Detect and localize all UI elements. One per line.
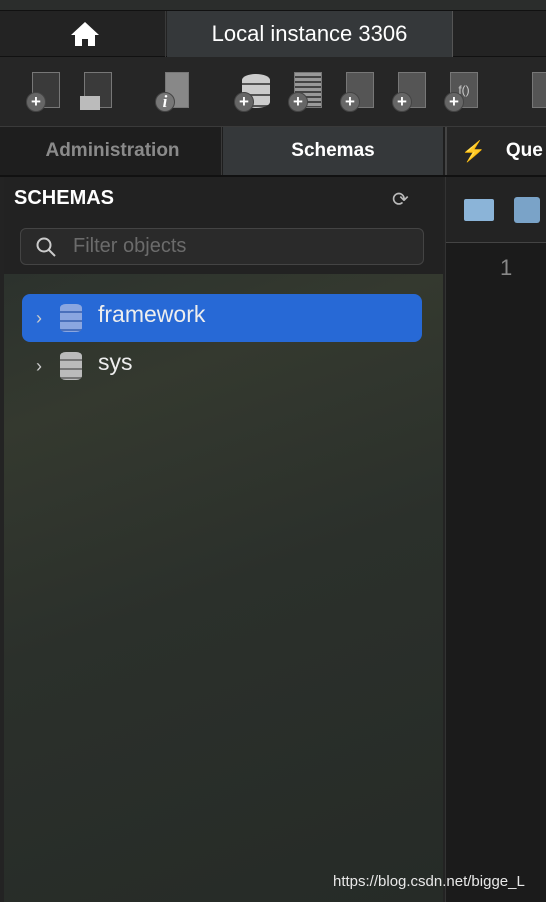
tab-local-instance[interactable]: Local instance 3306 bbox=[167, 11, 453, 57]
create-table-button[interactable]: + bbox=[288, 72, 324, 112]
lightning-icon: ⚡ bbox=[461, 140, 486, 163]
sidebar-tabs: Administration Schemas ⚡ Que bbox=[0, 127, 546, 177]
open-sql-script-button[interactable] bbox=[78, 72, 114, 112]
refresh-icon[interactable]: ⟳ bbox=[392, 187, 409, 212]
watermark: https://blog.csdn.net/bigge_L bbox=[333, 873, 525, 890]
info-icon: i bbox=[155, 92, 175, 112]
schemas-title: SCHEMAS bbox=[14, 187, 115, 209]
search-icon bbox=[36, 237, 56, 257]
filter-placeholder: Filter objects bbox=[73, 235, 187, 257]
plus-icon: + bbox=[340, 92, 360, 112]
line-number: 1 bbox=[500, 255, 513, 280]
plus-icon: + bbox=[26, 92, 46, 112]
toolbar: + i + + + + f() + bbox=[0, 57, 546, 127]
window-top-strip bbox=[0, 0, 546, 11]
tab-schemas[interactable]: Schemas bbox=[223, 127, 443, 175]
create-schema-button[interactable]: + bbox=[234, 72, 270, 112]
plus-icon: + bbox=[234, 92, 254, 112]
schema-tree: › framework › sys bbox=[4, 274, 443, 902]
table-icon bbox=[532, 72, 546, 108]
schema-inspector-button[interactable]: i bbox=[155, 72, 191, 112]
tab-label: Que bbox=[505, 140, 543, 161]
open-folder-icon[interactable] bbox=[464, 199, 494, 221]
chevron-right-icon[interactable]: › bbox=[26, 356, 52, 377]
query-editor[interactable]: 1 bbox=[445, 177, 546, 902]
folder-icon bbox=[80, 96, 100, 110]
new-sql-tab-button[interactable]: + bbox=[26, 72, 62, 112]
tab-label: Local instance 3306 bbox=[211, 21, 408, 46]
create-procedure-button[interactable]: + bbox=[392, 72, 428, 112]
home-tab[interactable] bbox=[4, 11, 166, 57]
connection-tab-bar: Local instance 3306 bbox=[0, 11, 546, 57]
editor-toolbar bbox=[446, 177, 546, 243]
chevron-right-icon[interactable]: › bbox=[26, 308, 52, 329]
schema-label: framework bbox=[98, 300, 206, 327]
tab-administration[interactable]: Administration bbox=[4, 127, 222, 175]
create-view-button[interactable]: + bbox=[340, 72, 376, 112]
search-table-data-button[interactable] bbox=[528, 72, 546, 112]
plus-icon: + bbox=[392, 92, 412, 112]
schema-item-framework[interactable]: › framework bbox=[22, 294, 422, 342]
home-icon bbox=[70, 22, 99, 46]
schema-label: sys bbox=[98, 348, 133, 375]
plus-icon: + bbox=[444, 92, 464, 112]
save-icon[interactable] bbox=[514, 197, 540, 223]
filter-objects-input[interactable]: Filter objects bbox=[20, 228, 424, 265]
schema-item-sys[interactable]: › sys bbox=[22, 342, 422, 390]
tab-query[interactable]: ⚡ Que bbox=[445, 127, 546, 175]
database-icon bbox=[60, 304, 82, 332]
database-icon bbox=[60, 352, 82, 380]
create-function-button[interactable]: f() + bbox=[444, 72, 480, 112]
plus-icon: + bbox=[288, 92, 308, 112]
